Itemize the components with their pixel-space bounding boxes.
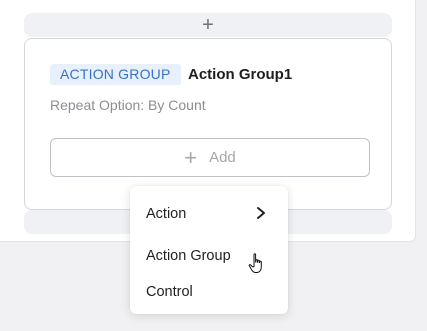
menu-item-control[interactable]: Control: [146, 282, 193, 302]
add-button[interactable]: + Add: [50, 138, 370, 177]
insert-slot-above[interactable]: +: [24, 13, 392, 37]
repeat-option-text: Repeat Option: By Count: [50, 97, 206, 113]
chevron-right-icon: [257, 207, 265, 219]
add-button-label: Add: [209, 149, 236, 166]
add-dropdown-menu: Action Action Group Control: [130, 186, 288, 314]
plus-icon: +: [184, 144, 198, 170]
menu-item-action[interactable]: Action: [146, 204, 186, 224]
menu-item-action-group[interactable]: Action Group: [146, 246, 231, 266]
action-group-card[interactable]: ACTION GROUP Action Group1 Repeat Option…: [24, 38, 392, 210]
pointer-hand-icon: [248, 253, 262, 273]
insert-above-plus-icon[interactable]: +: [24, 13, 392, 37]
type-tag: ACTION GROUP: [50, 64, 181, 85]
group-name: Action Group1: [188, 66, 293, 83]
